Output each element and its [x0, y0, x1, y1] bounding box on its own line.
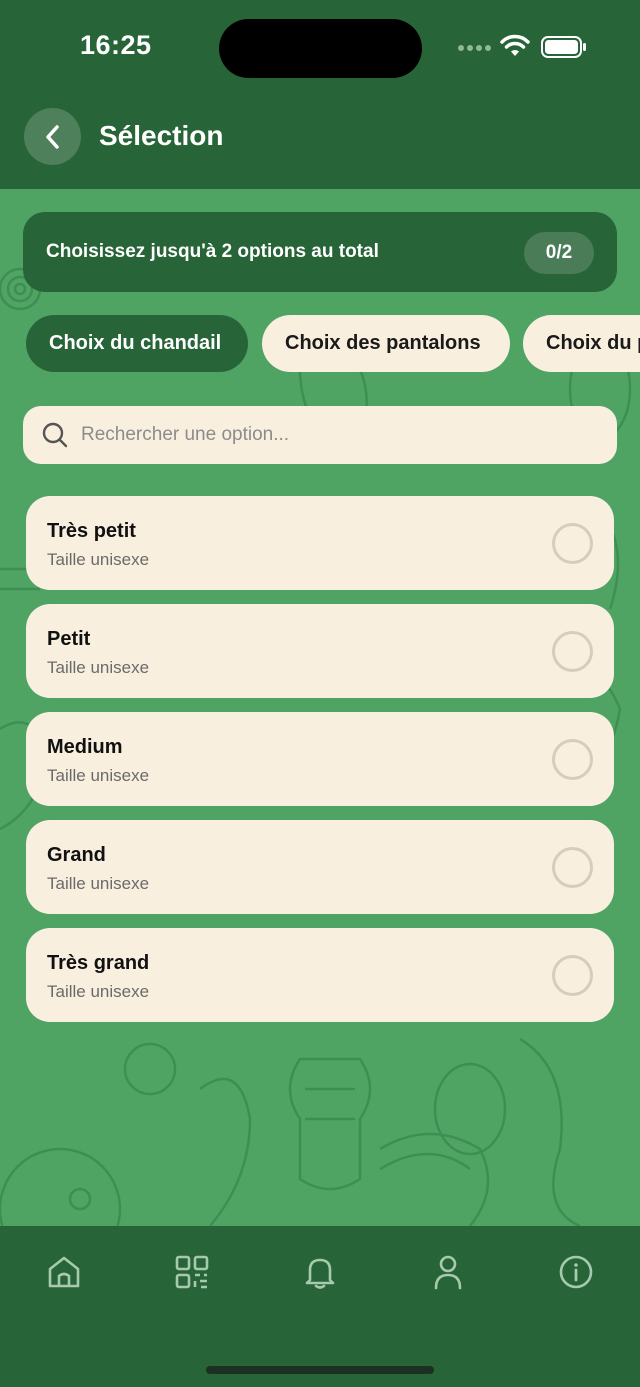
selection-counter-badge: 0/2: [524, 232, 594, 274]
option-radio-button[interactable]: [552, 955, 593, 996]
option-subtitle: Taille unisexe: [47, 658, 150, 677]
option-radio-button[interactable]: [552, 523, 593, 564]
tab-choix-des-pantalons[interactable]: Choix des pantalons: [262, 315, 510, 372]
option-subtitle: Taille unisexe: [47, 766, 150, 785]
nav-info-button[interactable]: [552, 1248, 600, 1296]
option-title: Très grand: [47, 952, 150, 974]
option-card[interactable]: Très grand Taille unisexe: [26, 928, 614, 1022]
nav-profile-button[interactable]: [424, 1248, 472, 1296]
tab-label: Choix du pantalon: [546, 332, 640, 354]
back-button[interactable]: [24, 108, 81, 165]
option-radio-button[interactable]: [552, 847, 593, 888]
category-tabs: Choix du chandail Choix des pantalons Ch…: [0, 315, 640, 372]
search-bar: [23, 406, 617, 464]
bell-icon: [305, 1258, 335, 1289]
status-time: 16:25: [80, 30, 152, 60]
option-radio-button[interactable]: [552, 631, 593, 672]
option-title: Medium: [47, 736, 123, 758]
option-card[interactable]: Petit Taille unisexe: [26, 604, 614, 698]
selection-limit-banner: Choisissez jusqu'à 2 options au total 0/…: [23, 212, 617, 292]
option-subtitle: Taille unisexe: [47, 982, 150, 1001]
search-input[interactable]: [81, 406, 601, 464]
bottom-navigation-bar: [0, 1226, 640, 1387]
option-card[interactable]: Grand Taille unisexe: [26, 820, 614, 914]
cellular-signal-icon: [458, 45, 491, 51]
page-title: Sélection: [99, 120, 224, 151]
status-bar: 16:25: [0, 0, 640, 95]
chevron-left-icon: [45, 124, 59, 149]
option-title: Petit: [47, 628, 91, 650]
option-card[interactable]: Très petit Taille unisexe: [26, 496, 614, 590]
home-icon: [48, 1256, 80, 1288]
info-icon: [559, 1255, 593, 1289]
tab-label: Choix des pantalons: [285, 332, 481, 354]
option-card[interactable]: Medium Taille unisexe: [26, 712, 614, 806]
tab-choix-du-chandail[interactable]: Choix du chandail: [26, 315, 248, 372]
option-subtitle: Taille unisexe: [47, 550, 150, 569]
battery-icon: [541, 36, 586, 58]
home-indicator[interactable]: [206, 1366, 434, 1374]
app-header: 16:25 Sélection: [0, 0, 640, 189]
qr-code-icon: [175, 1255, 209, 1289]
nav-home-button[interactable]: [40, 1248, 88, 1296]
search-icon: [42, 422, 68, 448]
option-subtitle: Taille unisexe: [47, 874, 150, 893]
tab-choix-du-pantalon[interactable]: Choix du pantalon: [523, 315, 640, 372]
dynamic-island: [219, 19, 422, 78]
selection-limit-text: Choisissez jusqu'à 2 options au total: [46, 241, 379, 262]
nav-scan-button[interactable]: [168, 1248, 216, 1296]
option-title: Grand: [47, 844, 106, 866]
wifi-icon: [500, 34, 530, 56]
tab-label: Choix du chandail: [49, 332, 222, 354]
option-radio-button[interactable]: [552, 739, 593, 780]
nav-notifications-button[interactable]: [296, 1248, 344, 1296]
option-title: Très petit: [47, 520, 136, 542]
profile-icon: [434, 1255, 462, 1290]
